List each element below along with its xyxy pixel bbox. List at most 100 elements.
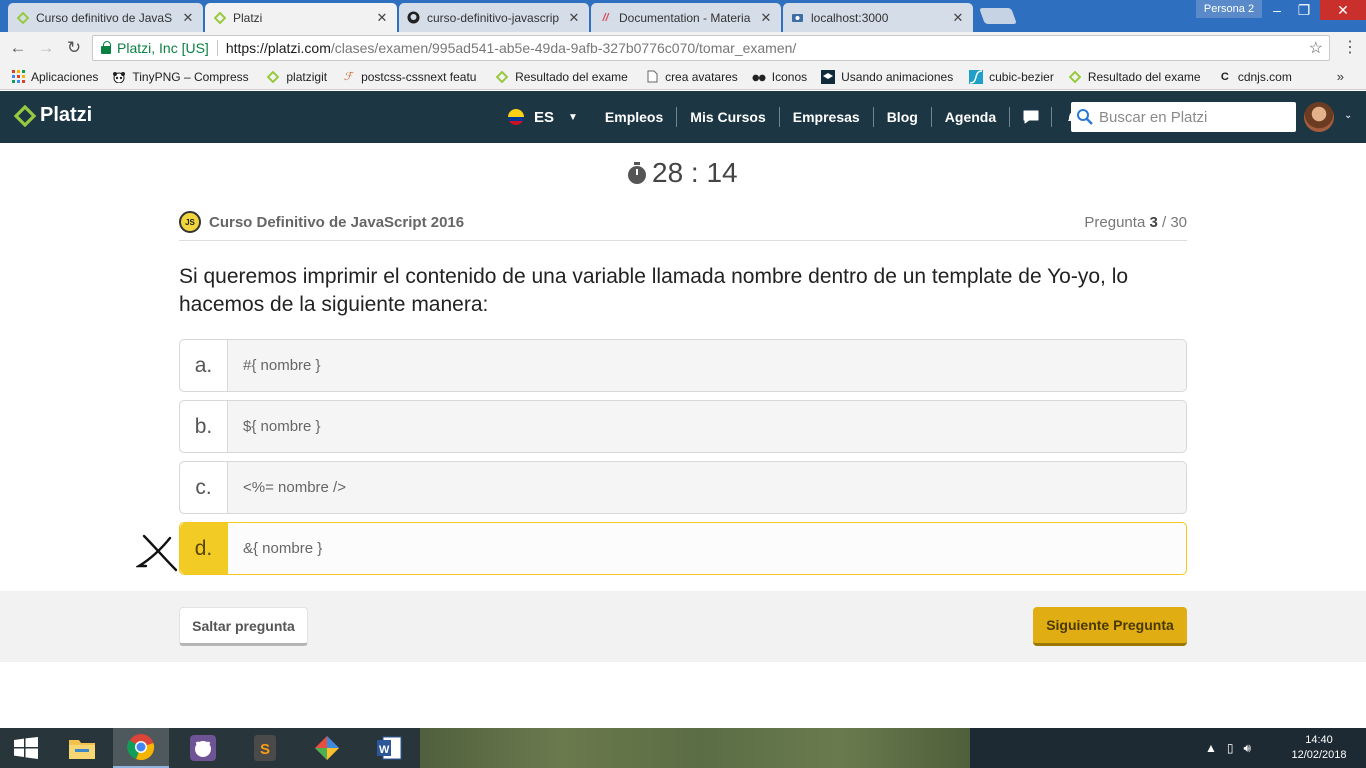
handdrawn-x-mark-icon bbox=[136, 534, 178, 572]
postcss-icon: ℱ bbox=[343, 71, 353, 83]
bookmark-postcss[interactable]: ℱ postcss-cssnext featu bbox=[341, 70, 481, 84]
option-letter: c. bbox=[180, 462, 228, 513]
close-icon[interactable]: ✕ bbox=[181, 10, 195, 26]
screen: Curso definitivo de JavaS ✕ Platzi ✕ cur… bbox=[0, 0, 1366, 768]
more-bookmarks-chevron-icon[interactable]: » bbox=[1337, 69, 1344, 84]
question-label: Pregunta bbox=[1084, 214, 1146, 231]
bookmark-tinypng[interactable]: TinyPNG – Compress bbox=[112, 70, 252, 84]
platzi-icon bbox=[16, 11, 29, 24]
bookmark-label: postcss-cssnext featu bbox=[361, 69, 477, 84]
url-path: /clases/examen/995ad541-ab5e-49da-9afb-3… bbox=[330, 40, 797, 56]
windows-start-icon[interactable] bbox=[0, 728, 52, 768]
word-icon[interactable]: W bbox=[361, 728, 417, 768]
browser-toolbar: ← → ↻ Platzi, Inc [US] https://platzi.co… bbox=[0, 32, 1366, 64]
show-hidden-icons-chevron-icon[interactable]: ▲ bbox=[1205, 741, 1217, 755]
browser-tab-localhost[interactable]: localhost:3000 ✕ bbox=[783, 3, 973, 32]
bookmark-label: cdnjs.com bbox=[1237, 69, 1292, 84]
colombia-flag-icon bbox=[508, 109, 524, 125]
sourcetree-icon[interactable] bbox=[299, 728, 355, 768]
bookmark-platzigit[interactable]: platzigit bbox=[266, 70, 327, 84]
omnibox-divider bbox=[216, 40, 218, 56]
avatar[interactable] bbox=[1304, 102, 1334, 132]
battery-icon[interactable]: ▯ bbox=[1227, 741, 1234, 755]
search-input[interactable] bbox=[1099, 108, 1289, 126]
address-bar[interactable]: Platzi, Inc [US] https://platzi.com /cla… bbox=[92, 35, 1330, 61]
option-text: ${ nombre } bbox=[243, 418, 321, 435]
github-desktop-icon[interactable] bbox=[175, 728, 231, 768]
js-course-badge-icon: JS bbox=[179, 211, 201, 233]
profile-button[interactable]: Persona 2 bbox=[1196, 0, 1262, 18]
bookmark-crea-avatares[interactable]: crea avatares bbox=[645, 70, 738, 84]
github-icon bbox=[407, 11, 420, 24]
bookmark-label: crea avatares bbox=[665, 69, 738, 84]
search-icon bbox=[1071, 108, 1099, 126]
tab-title: curso-definitivo-javascrip bbox=[427, 10, 560, 25]
platzi-logo[interactable]: Platzi bbox=[14, 104, 92, 127]
browser-tab-curso-definitivo[interactable]: Curso definitivo de JavaS ✕ bbox=[8, 3, 203, 32]
answer-option-c[interactable]: c. <%= nombre /> bbox=[179, 461, 1187, 514]
windows-taskbar: S W ▲ ▯ 🔊︎ 14:40 12/02/2018 bbox=[0, 728, 1366, 768]
volume-icon[interactable]: 🔊︎ bbox=[1244, 741, 1252, 756]
bookmark-usando-animaciones[interactable]: Usando animaciones bbox=[821, 69, 955, 84]
course-bar: JS Curso Definitivo de JavaScript 2016 P… bbox=[179, 210, 1187, 241]
chrome-menu-icon[interactable]: ⋮ bbox=[1342, 38, 1358, 58]
bookmark-resultado-1[interactable]: Resultado del exame bbox=[495, 70, 631, 84]
nav-mis-cursos[interactable]: Mis Cursos bbox=[677, 107, 780, 127]
close-window-icon[interactable]: ✕ bbox=[1320, 0, 1366, 20]
exam-timer: 28 : 14 bbox=[626, 156, 738, 190]
browser-tab-platzi[interactable]: Platzi ✕ bbox=[205, 3, 397, 32]
skip-question-button[interactable]: Saltar pregunta bbox=[179, 607, 308, 646]
close-icon[interactable]: ✕ bbox=[951, 10, 965, 26]
answer-option-b[interactable]: b. ${ nombre } bbox=[179, 400, 1187, 453]
minimize-icon[interactable]: – bbox=[1264, 0, 1290, 20]
close-icon[interactable]: ✕ bbox=[375, 10, 389, 26]
bookmark-cdnjs[interactable]: C cdnjs.com bbox=[1218, 70, 1292, 84]
answer-option-a[interactable]: a. #{ nombre } bbox=[179, 339, 1187, 392]
file-explorer-icon[interactable] bbox=[54, 728, 110, 768]
system-tray: ▲ ▯ 🔊︎ bbox=[1205, 728, 1261, 768]
svg-text:W: W bbox=[379, 744, 390, 756]
nav-empresas[interactable]: Empresas bbox=[780, 107, 874, 127]
option-text: <%= nombre /> bbox=[243, 479, 346, 496]
question-total: / 30 bbox=[1157, 214, 1187, 231]
reload-icon[interactable]: ↻ bbox=[64, 38, 84, 58]
chevron-down-icon[interactable]: ▼ bbox=[568, 112, 578, 123]
bookmark-iconos[interactable]: Iconos bbox=[752, 70, 807, 84]
sublime-text-icon[interactable]: S bbox=[237, 728, 293, 768]
course-title: Curso Definitivo de JavaScript 2016 bbox=[209, 214, 465, 231]
chat-bubble-icon[interactable] bbox=[1010, 107, 1053, 127]
browser-tab-github[interactable]: curso-definitivo-javascrip ✕ bbox=[399, 3, 589, 32]
back-arrow-icon[interactable]: ← bbox=[8, 38, 28, 58]
cap-icon bbox=[821, 69, 836, 84]
tab-title: localhost:3000 bbox=[811, 10, 889, 25]
nav-agenda[interactable]: Agenda bbox=[932, 107, 1011, 127]
search-box bbox=[1071, 102, 1296, 132]
chrome-icon[interactable] bbox=[113, 728, 169, 768]
chevron-down-icon[interactable]: ⌄ bbox=[1344, 110, 1352, 121]
bookmark-aplicaciones[interactable]: Aplicaciones bbox=[11, 70, 98, 84]
close-icon[interactable]: ✕ bbox=[759, 10, 773, 26]
platzi-icon bbox=[495, 70, 509, 84]
materialize-icon: // bbox=[602, 11, 609, 24]
bookmark-star-icon[interactable]: ☆ bbox=[1309, 38, 1323, 58]
bookmark-resultado-2[interactable]: Resultado del exame bbox=[1068, 70, 1204, 84]
nav-blog[interactable]: Blog bbox=[874, 107, 932, 127]
option-text: #{ nombre } bbox=[243, 357, 321, 374]
bookmark-cubic-bezier[interactable]: cubic-bezier bbox=[969, 69, 1054, 84]
page-icon bbox=[645, 70, 659, 84]
nav-empleos[interactable]: Empleos bbox=[592, 107, 678, 127]
platzi-header: Platzi ES ▼ Empleos Mis Cursos Empresas … bbox=[0, 91, 1366, 143]
restore-icon[interactable]: ❐ bbox=[1290, 0, 1318, 20]
binoculars-icon bbox=[752, 70, 766, 84]
new-tab-button[interactable] bbox=[979, 8, 1017, 24]
localhost-icon bbox=[791, 11, 804, 24]
answer-option-d[interactable]: d. &{ nombre } bbox=[179, 522, 1187, 575]
forward-arrow-icon[interactable]: → bbox=[36, 38, 56, 58]
next-question-button[interactable]: Siguiente Pregunta bbox=[1033, 607, 1187, 646]
close-icon[interactable]: ✕ bbox=[567, 10, 581, 26]
browser-tab-materialize[interactable]: // Documentation - Materia ✕ bbox=[591, 3, 781, 32]
apps-grid-icon bbox=[11, 70, 25, 84]
platzi-icon bbox=[1068, 70, 1082, 84]
language-selector[interactable]: ES bbox=[534, 109, 554, 126]
system-clock[interactable]: 14:40 12/02/2018 bbox=[1286, 733, 1352, 763]
